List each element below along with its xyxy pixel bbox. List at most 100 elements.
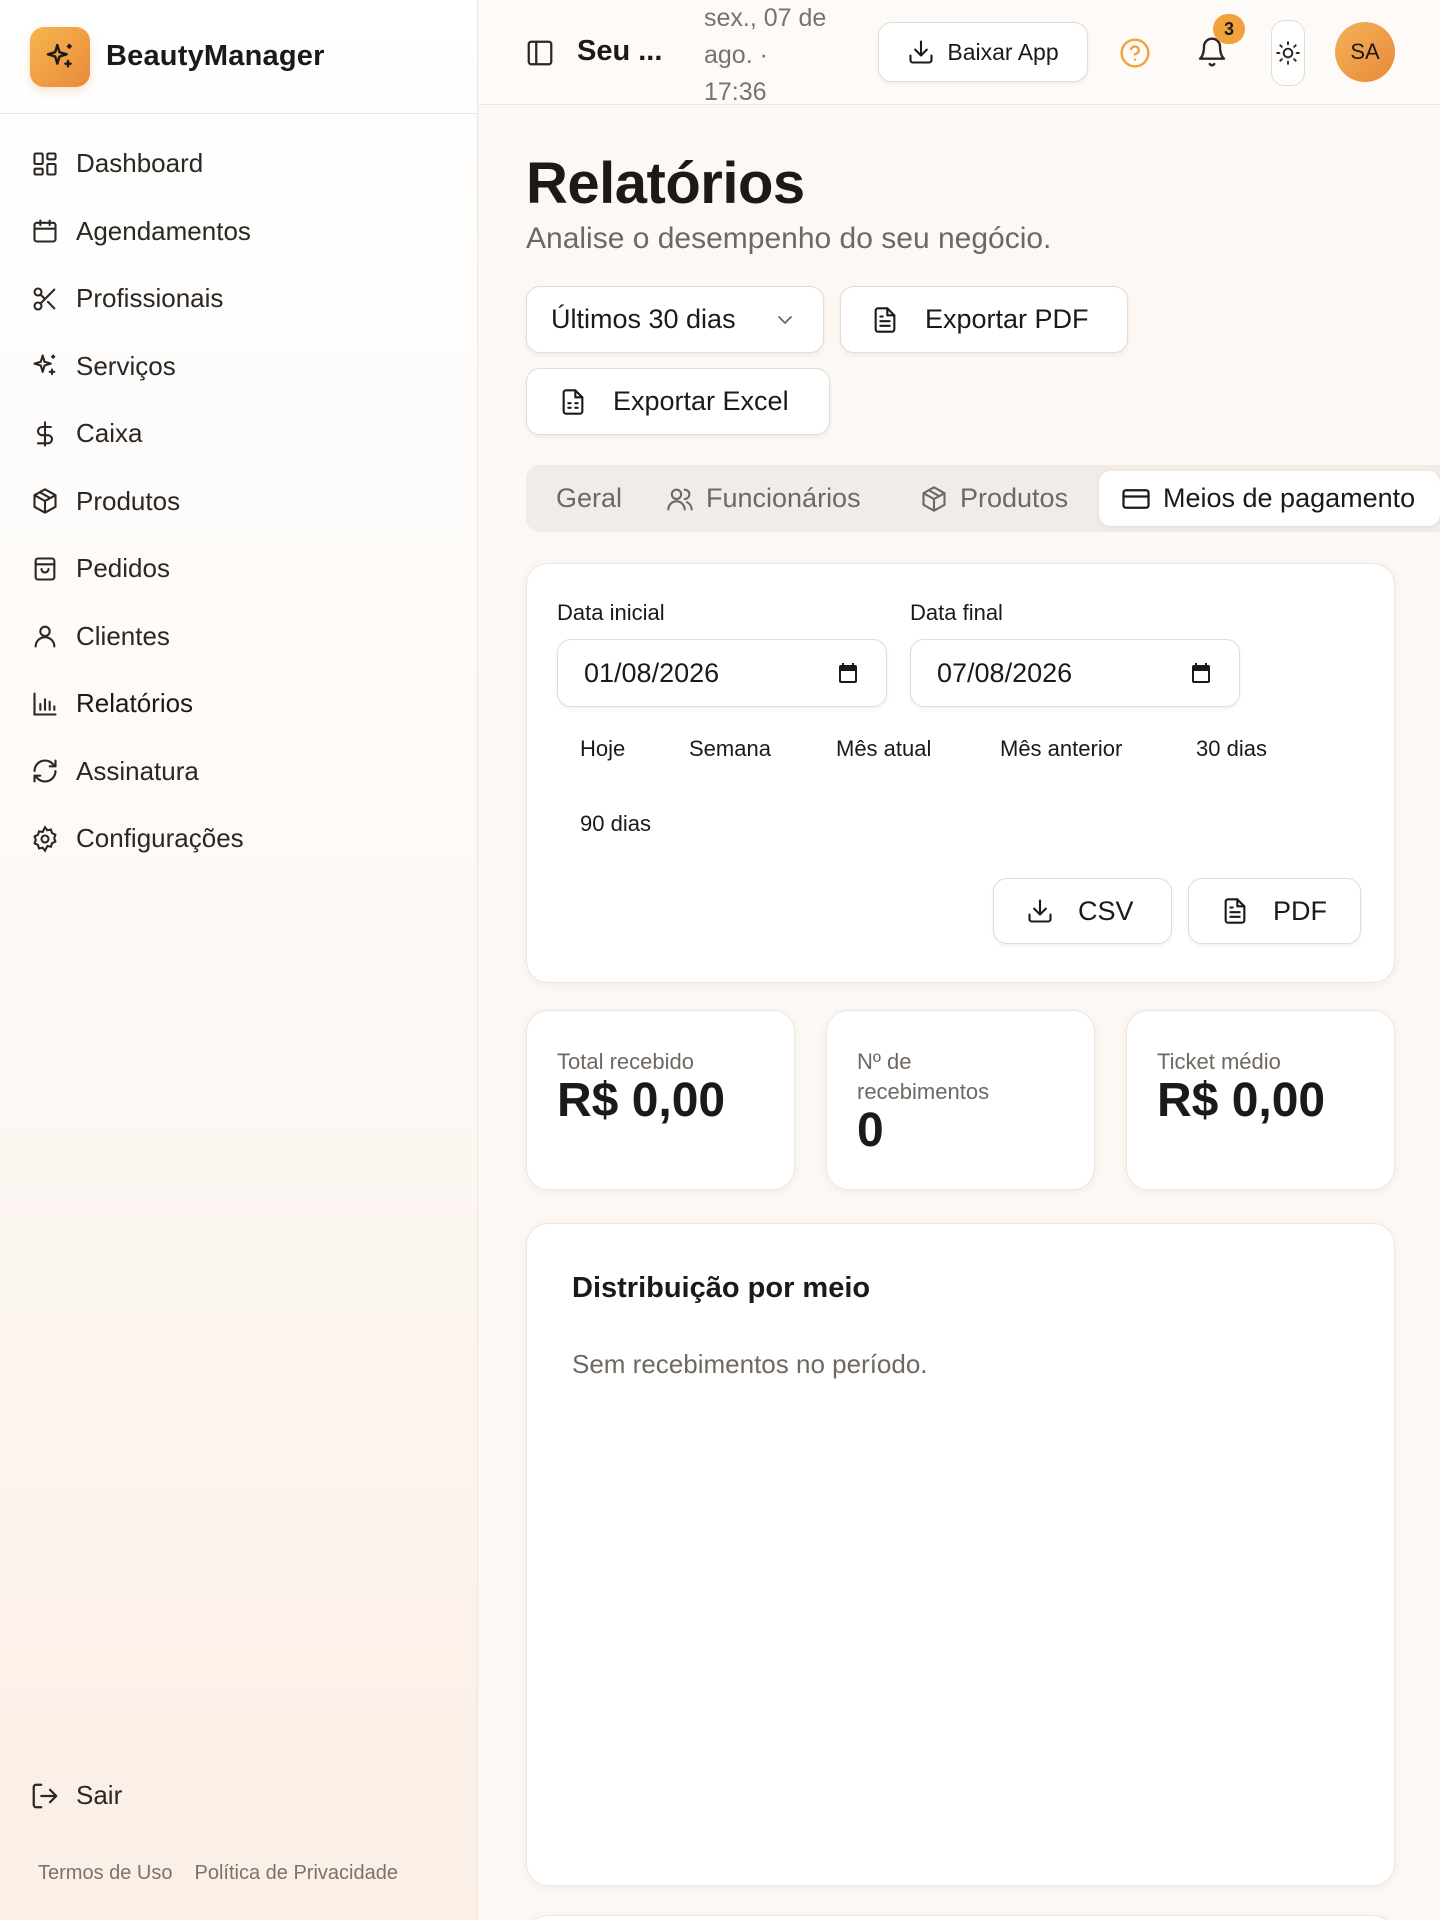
stat-card-ticket-medio: Ticket médio R$ 0,00 [1126, 1010, 1395, 1190]
sidebar-item-relatorios[interactable]: Relatórios [0, 670, 477, 738]
period-select-value: Últimos 30 dias [551, 304, 736, 334]
logout-button[interactable]: Sair [30, 1780, 122, 1811]
sidebar-item-label: Assinatura [76, 755, 199, 786]
file-spreadsheet-icon [559, 388, 587, 416]
tab-label: Funcionários [706, 483, 861, 513]
stat-card-total-recebido: Total recebido R$ 0,00 [526, 1010, 795, 1190]
sun-icon [1275, 40, 1301, 66]
export-csv-button[interactable]: CSV [993, 878, 1172, 944]
sparkles-logo-icon [30, 26, 90, 87]
sidebar-item-pedidos[interactable]: Pedidos [0, 535, 477, 603]
export-excel-label: Exportar Excel [613, 386, 789, 416]
sidebar-item-agendamentos[interactable]: Agendamentos [0, 198, 477, 266]
export-pdf-button[interactable]: Exportar PDF [840, 286, 1128, 353]
stat-value: 0 [857, 1104, 884, 1157]
panel-toggle-icon[interactable] [525, 38, 555, 68]
sidebar-item-label: Clientes [76, 620, 170, 651]
calendar-icon[interactable] [836, 661, 860, 685]
shop-name: Seu ... [577, 35, 663, 67]
sidebar-item-label: Profissionais [76, 283, 224, 314]
quick-range-mes-atual[interactable]: Mês atual [836, 736, 931, 762]
sidebar-nav: Dashboard Agendamentos Profissionais Ser… [0, 114, 477, 873]
distribution-card: Distribuição por meio Sem recebimentos n… [526, 1223, 1395, 1886]
sidebar-item-label: Serviços [76, 350, 176, 381]
sidebar-item-assinatura[interactable]: Assinatura [0, 738, 477, 806]
start-date-label: Data inicial [557, 600, 665, 625]
stat-value: R$ 0,00 [1157, 1074, 1326, 1127]
period-select[interactable]: Últimos 30 dias [526, 286, 824, 353]
sidebar-item-servicos[interactable]: Serviços [0, 333, 477, 401]
start-date-input[interactable]: 01/08/2026 [557, 639, 887, 707]
calendar-icon [30, 216, 60, 246]
date-filter-card: Data inicial 01/08/2026 Data final 07/08… [526, 563, 1395, 983]
quick-range-90-dias[interactable]: 90 dias [580, 811, 651, 837]
report-tabs: Geral Funcionários Produtos Meios de pag… [526, 465, 1440, 532]
footer-links: Termos de Uso Política de Privacidade [38, 1862, 398, 1885]
download-icon [907, 38, 935, 66]
logout-label: Sair [76, 1780, 123, 1810]
tab-meios-de-pagamento[interactable]: Meios de pagamento [1099, 471, 1440, 526]
empty-state-message: Sem recebimentos no período. [572, 1349, 928, 1379]
grid-icon [30, 149, 60, 179]
notification-badge: 3 [1213, 14, 1245, 44]
sidebar-item-profissionais[interactable]: Profissionais [0, 265, 477, 333]
sidebar-item-caixa[interactable]: Caixa [0, 400, 477, 468]
end-date-label: Data final [910, 600, 1003, 625]
current-datetime: sex., 07 de ago. · 17:36 [704, 0, 854, 111]
user-icon [30, 621, 60, 651]
package-icon [30, 486, 60, 516]
calendar-icon[interactable] [1189, 661, 1213, 685]
quick-range-semana[interactable]: Semana [689, 736, 771, 762]
stat-card-num-recebimentos: Nº de recebimentos 0 [826, 1010, 1095, 1190]
next-card [526, 1915, 1395, 1920]
tab-label: Meios de pagamento [1163, 483, 1416, 513]
refresh-icon [30, 756, 60, 786]
sidebar-item-label: Caixa [76, 418, 143, 449]
avatar[interactable]: SA [1335, 22, 1395, 82]
help-circle-icon[interactable] [1119, 37, 1151, 69]
stat-label: Nº de recebimentos [857, 1049, 990, 1104]
sidebar-item-label: Dashboard [76, 148, 204, 179]
users-icon [666, 485, 694, 513]
brand-name: BeautyManager [106, 40, 325, 72]
credit-card-icon [1121, 484, 1151, 514]
sidebar-item-label: Produtos [76, 485, 181, 516]
tab-produtos[interactable]: Produtos [920, 465, 1068, 532]
tab-label: Produtos [960, 483, 1069, 513]
terms-link[interactable]: Termos de Uso [38, 1862, 173, 1885]
dollar-icon [30, 419, 60, 449]
quick-range-30-dias[interactable]: 30 dias [1196, 736, 1267, 762]
download-icon [1026, 897, 1054, 925]
sidebar-item-produtos[interactable]: Produtos [0, 468, 477, 536]
export-pdf-label: Exportar PDF [925, 304, 1089, 334]
sidebar-item-label: Relatórios [76, 688, 194, 719]
page-subtitle: Analise o desempenho do seu negócio. [526, 222, 1052, 255]
sidebar-item-clientes[interactable]: Clientes [0, 603, 477, 671]
file-text-icon [871, 306, 899, 334]
shopping-bag-icon [30, 554, 60, 584]
download-app-button[interactable]: Baixar App [878, 22, 1088, 82]
sidebar-item-dashboard[interactable]: Dashboard [0, 130, 477, 198]
export-pdf-small-button[interactable]: PDF [1188, 878, 1361, 944]
quick-range-mes-anterior[interactable]: Mês anterior [1000, 736, 1122, 762]
package-icon [920, 485, 948, 513]
csv-label: CSV [1078, 895, 1134, 926]
end-date-value: 07/08/2026 [937, 657, 1073, 688]
sidebar-item-label: Agendamentos [76, 215, 251, 246]
download-app-label: Baixar App [947, 38, 1059, 65]
privacy-link[interactable]: Política de Privacidade [195, 1862, 398, 1885]
chevron-down-icon [773, 308, 797, 332]
export-excel-button[interactable]: Exportar Excel [526, 368, 830, 435]
datetime-line: sex., 07 de [704, 4, 827, 32]
tab-label: Geral [556, 483, 623, 513]
stat-value: R$ 0,00 [557, 1074, 726, 1127]
tab-geral[interactable]: Geral [556, 465, 622, 532]
tab-funcionarios[interactable]: Funcionários [666, 465, 861, 532]
sidebar-item-configuracoes[interactable]: Configurações [0, 805, 477, 873]
sparkles-icon [30, 351, 60, 381]
end-date-input[interactable]: 07/08/2026 [910, 639, 1240, 707]
brand[interactable]: BeautyManager [0, 0, 477, 114]
quick-range-hoje[interactable]: Hoje [580, 736, 625, 762]
theme-toggle[interactable] [1271, 20, 1305, 86]
page-title: Relatórios [526, 151, 805, 216]
